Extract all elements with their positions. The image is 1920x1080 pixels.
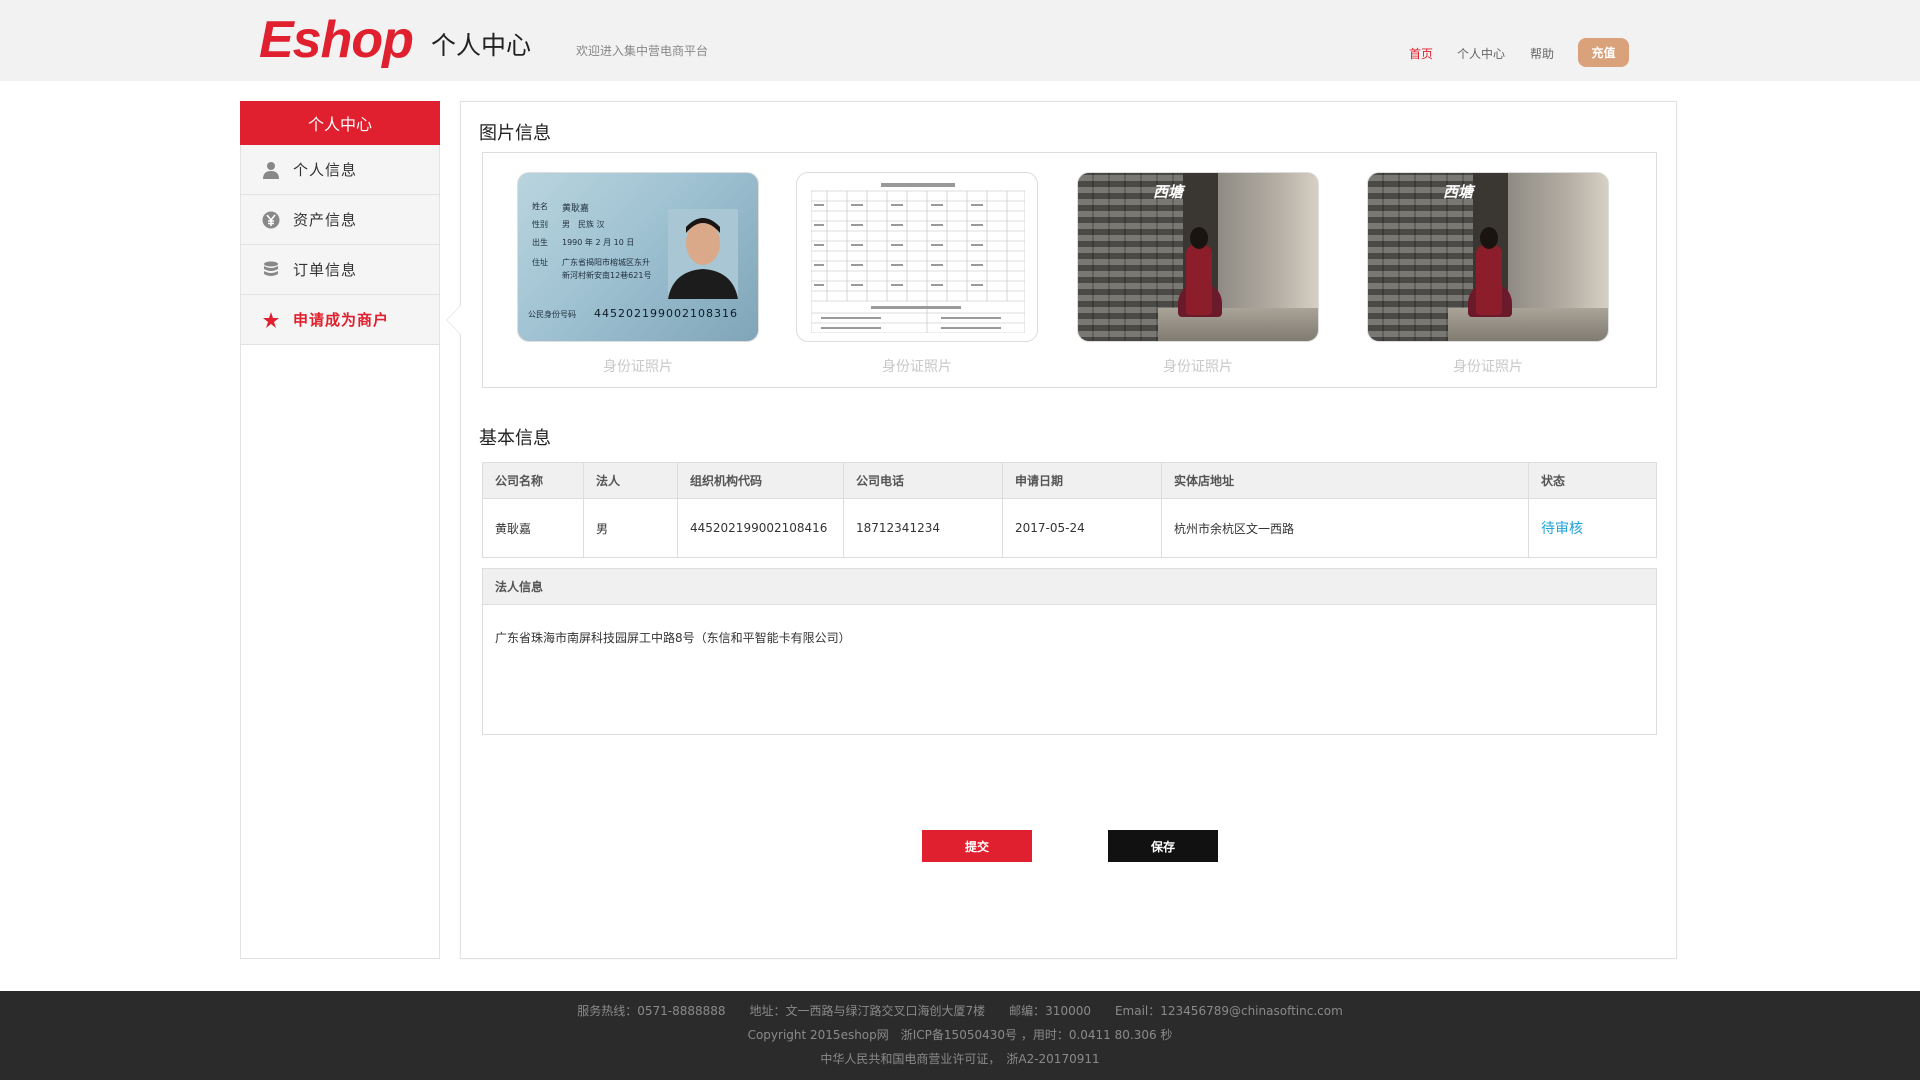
footer-contact: 服务热线：0571-8888888 地址：文一西路与绿汀路交叉口海创大厦7楼 邮… — [577, 1004, 1343, 1018]
id-card-number: 445202199002108316 — [594, 307, 738, 320]
sidebar-item-personal-info[interactable]: 个人信息 — [241, 145, 439, 195]
yen-icon — [261, 210, 281, 230]
company-phone-cell: 18712341234 — [843, 498, 1003, 558]
footer-license: 中华人民共和国电商营业许可证， 浙A2-20170911 — [820, 1052, 1100, 1066]
store-address-cell: 杭州市余杭区文一西路 — [1161, 498, 1529, 558]
photo-section-title: 图片信息 — [479, 123, 551, 144]
scene-photo[interactable]: 西塘 — [1367, 172, 1609, 342]
org-code-cell: 445202199002108416 — [677, 498, 844, 558]
page-title: 个人中心 — [431, 31, 532, 60]
footer: 服务热线：0571-8888888 地址：文一西路与绿汀路交叉口海创大厦7楼 邮… — [0, 991, 1920, 1080]
sidebar-item-label: 个人信息 — [293, 161, 358, 179]
sidebar-item-asset-info[interactable]: 资产信息 — [241, 195, 439, 245]
legal-person-cell: 男 — [583, 498, 678, 558]
basic-info-title: 基本信息 — [479, 428, 551, 449]
column-header: 法人 — [583, 462, 678, 499]
document-photo[interactable] — [796, 172, 1038, 342]
sidebar-item-label: 订单信息 — [293, 261, 358, 279]
sidebar-item-order-info[interactable]: 订单信息 — [241, 245, 439, 295]
top-header: Eshop 个人中心 欢迎进入集中营电商平台 首页 个人中心 帮助 充值 — [0, 0, 1920, 81]
basic-info-table: 公司名称 法人 组织机构代码 公司电话 申请日期 实体店地址 状态 黄耿嘉 男 … — [482, 462, 1657, 558]
panel-pointer — [447, 306, 461, 334]
footer-copyright: Copyright 2015eshop网 浙ICP备15050430号 ，用时：… — [747, 1028, 1173, 1042]
sidebar-item-label: 资产信息 — [293, 211, 358, 229]
star-icon — [261, 310, 281, 330]
save-button[interactable]: 保存 — [1108, 830, 1218, 862]
form-table-image — [811, 181, 1025, 333]
id-card-photo[interactable]: 姓名 黄耿嘉 性别 男 民族 汉 出生 1990 年 2 月 10 日 住址 广… — [517, 172, 759, 342]
sidebar: 个人中心 个人信息 资产信息 订单信息 申请成为商户 — [240, 101, 440, 959]
submit-button[interactable]: 提交 — [922, 830, 1032, 862]
legal-info-panel: 法人信息 广东省珠海市南屏科技园屏工中路8号（东信和平智能卡有限公司） — [482, 568, 1657, 735]
portrait-image — [668, 209, 738, 299]
coins-icon — [261, 260, 281, 280]
photo-watermark: 西塘 — [1443, 183, 1474, 201]
photo-gallery: 姓名 黄耿嘉 性别 男 民族 汉 出生 1990 年 2 月 10 日 住址 广… — [482, 152, 1657, 388]
sidebar-item-label: 申请成为商户 — [293, 311, 390, 329]
recharge-button[interactable]: 充值 — [1578, 38, 1629, 67]
table-header-row: 公司名称 法人 组织机构代码 公司电话 申请日期 实体店地址 状态 — [482, 462, 1657, 499]
company-name-cell: 黄耿嘉 — [482, 498, 584, 558]
welcome-text: 欢迎进入集中营电商平台 — [576, 44, 709, 58]
nav-home-link[interactable]: 首页 — [1409, 45, 1433, 62]
status-cell: 待审核 — [1528, 498, 1657, 558]
eshop-logo[interactable]: Eshop — [259, 10, 414, 70]
status-badge: 待审核 — [1541, 521, 1583, 537]
column-header: 实体店地址 — [1161, 462, 1529, 499]
legal-info-title: 法人信息 — [483, 569, 1656, 605]
scene-photo[interactable]: 西塘 — [1077, 172, 1319, 342]
photo-label: 身份证照片 — [1163, 359, 1233, 375]
column-header: 申请日期 — [1002, 462, 1162, 499]
nav-help-link[interactable]: 帮助 — [1530, 45, 1554, 62]
sidebar-item-apply-merchant[interactable]: 申请成为商户 — [241, 295, 439, 345]
sidebar-title: 个人中心 — [240, 101, 440, 145]
photo-label: 身份证照片 — [1453, 359, 1523, 375]
photo-label: 身份证照片 — [882, 359, 952, 375]
photo-watermark: 西塘 — [1153, 183, 1184, 201]
apply-date-cell: 2017-05-24 — [1002, 498, 1162, 558]
column-header: 公司名称 — [482, 462, 584, 499]
table-row: 黄耿嘉 男 445202199002108416 18712341234 201… — [482, 498, 1657, 558]
column-header: 组织机构代码 — [677, 462, 844, 499]
legal-info-content: 广东省珠海市南屏科技园屏工中路8号（东信和平智能卡有限公司） — [495, 631, 851, 645]
column-header: 公司电话 — [843, 462, 1003, 499]
user-icon — [261, 160, 281, 180]
photo-label: 身份证照片 — [603, 359, 673, 375]
nav-personal-center-link[interactable]: 个人中心 — [1457, 45, 1505, 62]
column-header: 状态 — [1528, 462, 1657, 499]
